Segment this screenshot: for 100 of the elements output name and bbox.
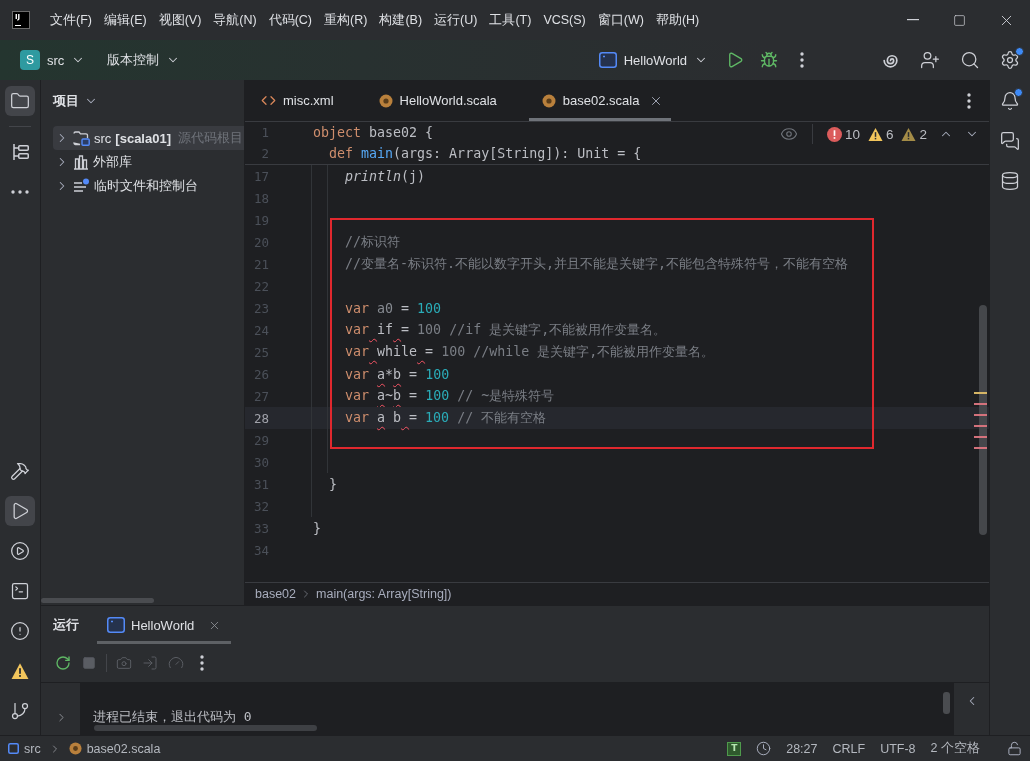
hammer-icon [10,461,30,481]
menu-item[interactable]: 帮助(H) [655,7,700,33]
arrow-in-icon [142,655,158,671]
error-count-button[interactable]: 10 [826,126,860,142]
chat-icon [1000,131,1020,151]
menu-item[interactable]: 导航(N) [213,7,257,33]
ring-icon [541,93,556,108]
editor-tab[interactable]: HelloWorld.scala [365,80,529,121]
warning-count-button[interactable]: 6 [867,126,894,142]
encoding[interactable]: UTF-8 [880,741,916,756]
code-line: println(j) [344,168,426,184]
terminal-icon [10,581,30,601]
maximize-icon [953,13,966,27]
tree-item-label: 外部库 [93,153,132,171]
gauge-icon [168,655,184,671]
panel-title: 运行 [53,616,79,634]
breadcrumb-item[interactable]: main(args: Array[String]) [316,587,452,601]
tree-item-label: 临时文件和控制台 [94,177,198,195]
project-selector[interactable]: S src [14,45,92,75]
play-icon [726,51,744,69]
rerun-icon [55,655,71,671]
play-circle-icon [10,541,30,561]
window-icon [598,52,617,68]
console-line: 进程已结束，退出代码为 0 [93,708,252,726]
ring-icon [68,742,82,755]
code-line: var while = 100 //while 是关键字,不能被用作变量名。 [344,343,715,361]
vcs-menu[interactable]: 版本控制 [101,45,187,75]
bell-icon [1000,91,1020,111]
structure-icon [11,143,29,161]
code-line: } [313,520,321,536]
code-line: var a~b = 100 // ~是特殊符号 [344,387,555,405]
code-line: //变量名-标识符.不能以数字开头,并且不能是关键字,不能包含特殊符号，不能有空格 [344,255,849,273]
plugin-badge: T [727,741,742,756]
code-line: object base02 { [313,125,434,140]
settings-icon [1000,50,1020,70]
project-badge: S [20,50,40,70]
code-line: var a*b = 100 [344,366,450,382]
menu-item[interactable]: 重构(R) [324,7,368,33]
line-separator[interactable]: CRLF [832,741,866,756]
editor-tab[interactable]: base02.scala [528,80,672,121]
menu-item[interactable]: 工具(T) [489,7,532,33]
line-number: 28 [252,410,269,426]
code-line: var a b = 100 // 不能有空格 [344,409,547,427]
bars-icon [73,154,89,170]
stop-icon [82,656,96,670]
folder-icon [73,130,90,146]
menu-item[interactable]: 运行(U) [434,7,478,33]
menu-item[interactable]: 文件(F) [50,7,92,33]
run-tool-button[interactable] [5,496,35,526]
scrollbar-thumb [943,692,950,714]
menu-item[interactable]: 窗口(W) [597,7,644,33]
code-line: } [328,476,338,492]
branch-icon [10,701,30,721]
path-item[interactable]: src [8,741,41,756]
alert-circle-icon [10,621,30,641]
camera-icon [116,655,132,671]
editor-tab[interactable]: misc.xml [248,80,366,121]
bug-icon [760,51,778,69]
menu-item[interactable]: VCS(S) [543,7,586,33]
more-icon [967,92,971,109]
error-stripe-marks [974,392,987,449]
breadcrumb-item[interactable]: base02 [255,587,296,601]
weak-count-button[interactable]: 2 [901,126,927,142]
lock-icon[interactable] [1007,741,1022,756]
project-tool-button[interactable] [5,86,35,116]
error-icon [826,126,842,142]
square-icon [8,743,19,754]
run-tab[interactable]: HelloWorld [97,606,232,644]
list-icon [73,178,90,194]
more-icon [11,190,29,194]
indent-setting[interactable]: 2 个空格 [930,740,980,757]
code-line: //标识符 [344,233,401,251]
more-icon [800,52,804,68]
caret-position[interactable]: 28:27 [786,741,818,756]
search-icon [960,50,980,70]
menu-item[interactable]: 编辑(E) [103,7,147,33]
clock-icon[interactable] [756,741,772,756]
code-line: var if = 100 //if 是关键字,不能被用作变量名。 [344,321,667,339]
warning-icon [11,662,29,680]
run-config-selector[interactable]: HelloWorld [592,45,714,75]
folder-icon [10,91,30,111]
panel-title[interactable]: 项目 [53,92,98,110]
code-line: var a0 = 100 [344,300,442,316]
menu-item[interactable]: 构建(B) [379,7,423,33]
tree-item[interactable]: 临时文件和控制台 [53,174,244,198]
eye-icon[interactable] [779,125,798,143]
code-icon [261,93,276,108]
minimize-icon [906,19,919,21]
more-icon [200,655,204,671]
module-name: [scala01] [115,130,171,146]
path-item[interactable]: base02.scala [68,741,161,756]
code-line: def main(args: Array[String]): Unit = { [328,146,642,161]
tree-item[interactable]: 外部库 [53,150,244,174]
tree-item-label: src [94,130,112,146]
menu-item[interactable]: 视图(V) [158,7,202,33]
menu-item[interactable]: 代码(C) [268,7,313,33]
window-icon [107,617,125,633]
warning-icon [867,126,883,142]
weak-warning-icon [901,126,917,142]
database-icon [1000,171,1020,191]
